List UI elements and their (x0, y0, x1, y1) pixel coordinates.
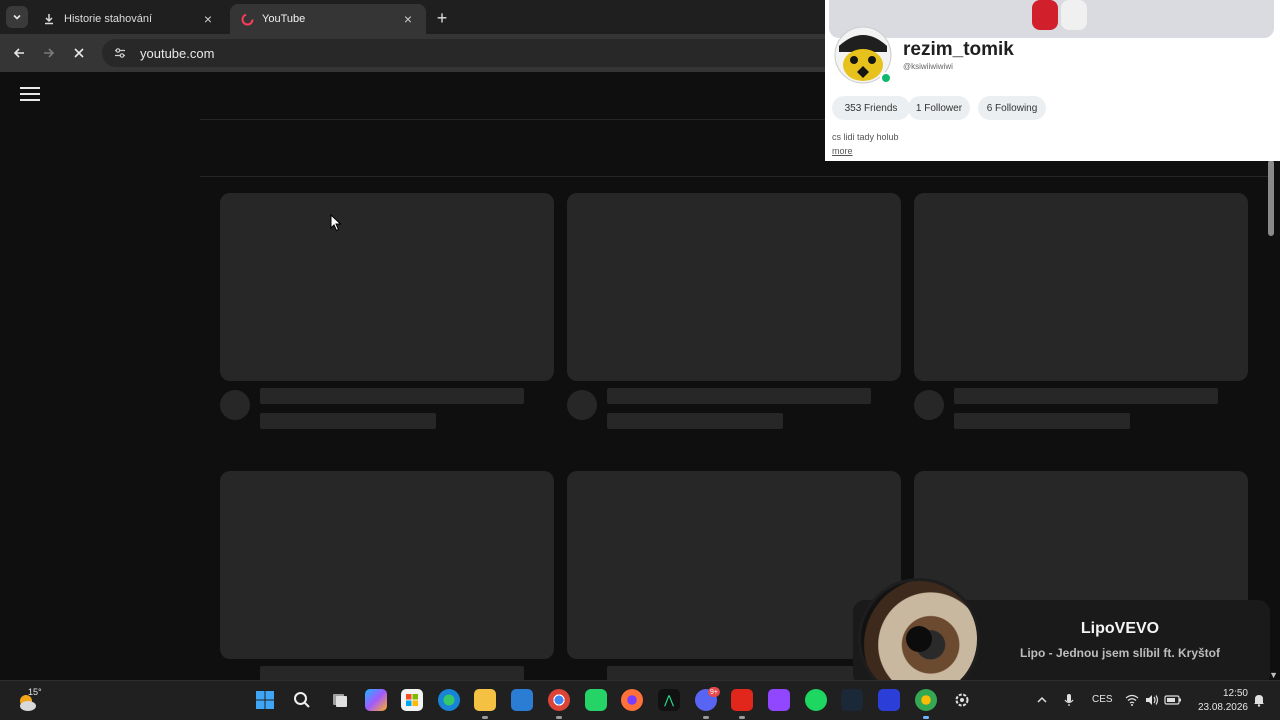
running-indicator (556, 716, 562, 719)
divider (200, 176, 1270, 177)
volume-icon[interactable] (1141, 689, 1163, 711)
wifi-icon[interactable] (1121, 689, 1143, 711)
active-app-indicator (923, 716, 929, 719)
settings-gear-icon[interactable] (951, 689, 973, 711)
start-windows-icon[interactable] (254, 689, 276, 711)
system-clock[interactable]: 12:50 23.08.2026 (1186, 687, 1248, 715)
bio-more-link[interactable]: more (832, 146, 853, 156)
adobe-acrobat-icon[interactable] (731, 689, 753, 711)
url-text: youtube.com (140, 45, 215, 61)
clock-time: 12:50 (1222, 688, 1248, 699)
twitch-icon[interactable] (768, 689, 790, 711)
music-title: Lipo - Jednou jsem slíbil ft. Kryštof (1019, 646, 1220, 660)
notification-bell-icon[interactable] (1248, 689, 1270, 711)
music-artist: LipoVEVO (1080, 620, 1160, 637)
copilot-icon[interactable] (365, 689, 387, 711)
profile-banner (829, 0, 1274, 38)
video-thumbnail-placeholder[interactable] (220, 193, 554, 381)
profile-card: rezim_tomik @ksiwiiwiwiwi 353 Friends 1 … (825, 0, 1280, 161)
video-thumbnail-placeholder[interactable] (567, 193, 901, 381)
input-language-indicator[interactable]: CES (1092, 694, 1113, 705)
back-arrow-icon[interactable] (8, 42, 30, 64)
search-icon[interactable] (291, 689, 313, 711)
online-status-indicator (880, 72, 892, 84)
meta-placeholder (954, 413, 1130, 429)
forward-arrow-icon[interactable] (38, 42, 60, 64)
battery-icon[interactable] (1162, 689, 1184, 711)
video-thumbnail-placeholder[interactable] (567, 471, 901, 659)
chrome-icon[interactable] (548, 689, 570, 711)
youtube-icon (240, 12, 254, 26)
tab-label: Historie stahování (64, 13, 153, 25)
tray-overflow-chevron-icon[interactable] (1031, 689, 1053, 711)
stop-loading-icon[interactable] (68, 42, 90, 64)
task-view-icon[interactable] (329, 689, 351, 711)
whatsapp-icon[interactable] (585, 689, 607, 711)
title-placeholder (260, 388, 524, 404)
clock-date: 23.08.2026 (1197, 702, 1248, 713)
new-tab-button[interactable]: + (432, 8, 452, 28)
game-controller-app-icon[interactable] (805, 689, 827, 711)
site-settings-icon[interactable] (112, 45, 128, 61)
youtube-page: ▼ (0, 72, 1280, 682)
running-indicator (482, 716, 488, 719)
file-explorer-icon[interactable] (474, 689, 496, 711)
discord-notification-badge: 9+ (708, 687, 720, 697)
edge-browser-icon[interactable] (438, 689, 460, 711)
title-placeholder (954, 388, 1218, 404)
channel-avatar-placeholder (220, 390, 250, 420)
tab-close-icon[interactable]: × (200, 11, 216, 27)
video-thumbnail-placeholder[interactable] (914, 193, 1248, 381)
profile-bio: cs lidi tady holub (832, 132, 899, 142)
mouse-cursor-icon (330, 214, 342, 232)
chrome-profile-icon[interactable] (915, 689, 937, 711)
meta-placeholder (607, 413, 783, 429)
address-bar[interactable]: youtube.com (102, 39, 862, 67)
scrollbar-thumb[interactable] (1268, 160, 1274, 236)
video-thumbnail-placeholder[interactable] (220, 471, 554, 659)
steam-icon[interactable] (841, 689, 863, 711)
microsoft-store-icon[interactable] (401, 689, 423, 711)
roblox-icon[interactable] (878, 689, 900, 711)
screen: Historie stahování × YouTube × + youtube… (0, 0, 1280, 720)
tab-close-icon[interactable]: × (400, 11, 416, 27)
channel-avatar-placeholder (567, 390, 597, 420)
disc-center (906, 626, 932, 652)
profile-username: @ksiwiiwiwiwi (903, 62, 953, 71)
tab-label: YouTube (262, 13, 306, 25)
mail-icon[interactable] (511, 689, 533, 711)
tab-search-icon[interactable] (6, 6, 28, 28)
firefox-icon[interactable] (621, 689, 643, 711)
profile-display-name: rezim_tomik (903, 39, 1014, 60)
taskbar: 15° ⋀ 9+ CES 12:50 23.08.2026 (0, 680, 1280, 720)
weather-temperature: 15° (28, 687, 42, 697)
friends-count-button[interactable]: 353 Friends (832, 96, 910, 120)
microphone-icon[interactable] (1058, 689, 1080, 711)
nvidia-app-icon[interactable]: ⋀ (658, 689, 680, 711)
tab-downloads-history[interactable]: Historie stahování × (32, 4, 226, 34)
running-indicator (739, 716, 745, 719)
followers-count-button[interactable]: 1 Follower (908, 96, 970, 120)
download-icon (42, 12, 56, 26)
title-placeholder (607, 388, 871, 404)
menu-icon[interactable] (20, 87, 40, 103)
following-count-button[interactable]: 6 Following (978, 96, 1046, 120)
tab-youtube[interactable]: YouTube × (230, 4, 426, 34)
scroll-down-arrow-icon[interactable]: ▼ (1269, 670, 1278, 680)
running-indicator (703, 716, 709, 719)
channel-avatar-placeholder (914, 390, 944, 420)
meta-placeholder (260, 413, 436, 429)
